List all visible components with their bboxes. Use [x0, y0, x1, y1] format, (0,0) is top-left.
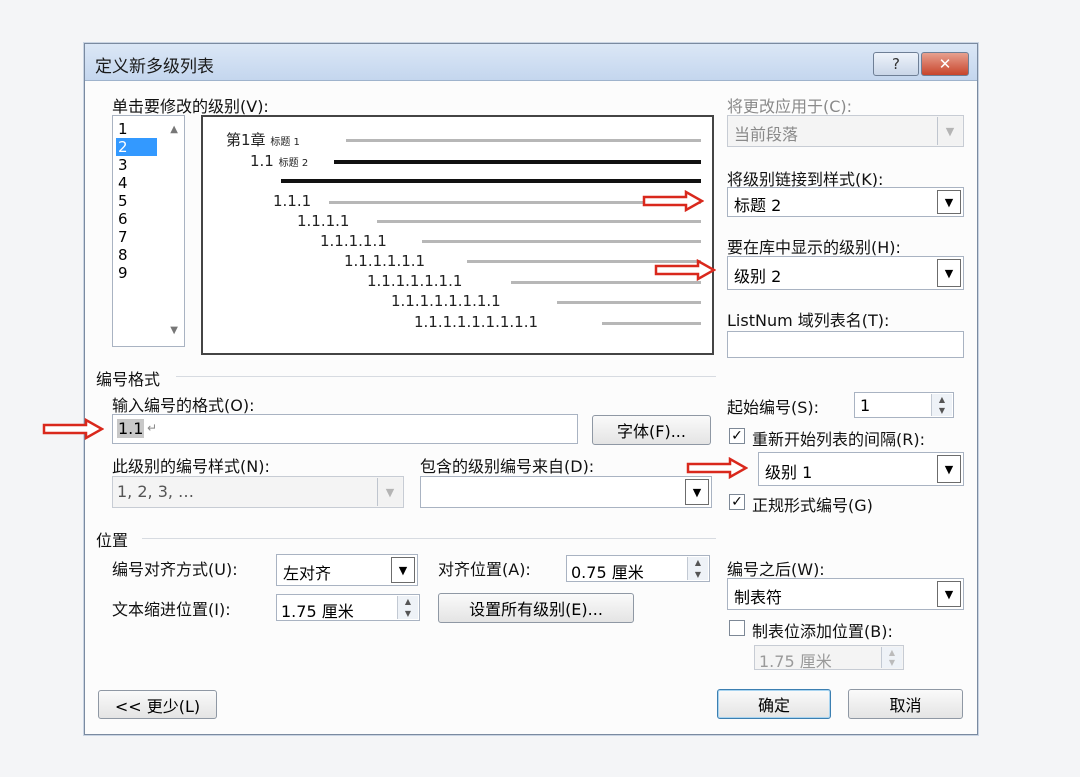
restart-checkbox[interactable]: ✓	[729, 428, 745, 444]
less-button[interactable]: << 更少(L)	[98, 690, 217, 719]
preview-row-5: 1.1.1.1.1	[320, 232, 387, 250]
level-item-3[interactable]: 3	[116, 156, 157, 174]
link-style-select[interactable]: 标题 2 ▼	[727, 187, 964, 217]
spinner-arrows-icon[interactable]: ▲ ▼	[397, 596, 418, 619]
preview-line-2b	[281, 179, 701, 183]
list-preview: 第1章 标题 1 1.1 标题 2 1.1.1 1.1.1.1 1.1.1.1.…	[201, 115, 714, 355]
preview-row-9: 1.1.1.1.1.1.1.1.1	[414, 313, 539, 331]
red-arrow-icon	[686, 457, 748, 479]
red-arrow-icon	[42, 418, 104, 440]
follow-number-select[interactable]: 制表符 ▼	[727, 578, 964, 610]
gallery-level-select[interactable]: 级别 2 ▼	[727, 256, 964, 290]
preview-row-7: 1.1.1.1.1.1.1	[367, 272, 463, 290]
align-at-spinner[interactable]: 0.75 厘米 ▲ ▼	[566, 555, 710, 582]
tab-stop-checkbox[interactable]	[729, 620, 745, 636]
gallery-level-label: 要在库中显示的级别(H):	[727, 238, 901, 257]
listnum-input[interactable]	[727, 331, 964, 358]
red-arrow-icon	[642, 190, 704, 212]
preview-line-7	[511, 281, 701, 284]
preview-line-5	[422, 240, 701, 243]
level-item-6[interactable]: 6	[116, 210, 157, 228]
number-format-heading: 编号格式	[96, 370, 161, 389]
help-button[interactable]: ?	[873, 52, 919, 76]
chevron-down-icon: ▼	[937, 117, 962, 145]
level-item-2[interactable]: 2	[116, 138, 157, 156]
apply-to-select: 当前段落 ▼	[727, 115, 964, 147]
spinner-arrows-icon[interactable]: ▲ ▼	[931, 394, 952, 416]
chevron-down-icon[interactable]: ▼	[937, 259, 961, 287]
preview-row-4: 1.1.1.1	[297, 212, 350, 230]
preview-line-8	[557, 301, 701, 304]
include-level-label: 包含的级别编号来自(D):	[420, 457, 595, 476]
preview-row-3: 1.1.1	[273, 192, 312, 210]
include-level-select[interactable]: ▼	[420, 476, 712, 508]
indent-spinner[interactable]: 1.75 厘米 ▲ ▼	[276, 594, 420, 621]
level-item-8[interactable]: 8	[116, 246, 157, 264]
align-select[interactable]: 左对齐 ▼	[276, 554, 418, 586]
restart-level-select[interactable]: 级别 1 ▼	[758, 452, 964, 486]
format-label: 输入编号的格式(O):	[112, 396, 255, 415]
chevron-down-icon[interactable]: ▼	[391, 557, 415, 583]
chevron-down-icon[interactable]: ▼	[937, 455, 961, 483]
scroll-up-icon[interactable]: ▲	[170, 124, 178, 135]
position-heading: 位置	[96, 531, 129, 550]
chevron-down-icon[interactable]: ▼	[685, 479, 709, 505]
font-button[interactable]: 字体(F)...	[592, 415, 711, 445]
level-item-9[interactable]: 9	[116, 264, 157, 282]
legal-style-label: 正规形式编号(G)	[752, 496, 873, 515]
level-item-5[interactable]: 5	[116, 192, 157, 210]
dialog-title: 定义新多级列表	[95, 57, 214, 77]
close-button[interactable]: ✕	[921, 52, 969, 76]
apply-to-label: 将更改应用于(C):	[727, 97, 853, 116]
listnum-label: ListNum 域列表名(T):	[727, 311, 890, 330]
start-at-spinner[interactable]: 1 ▲ ▼	[854, 392, 954, 418]
level-list-label: 单击要修改的级别(V):	[112, 97, 269, 116]
cancel-button[interactable]: 取消	[848, 689, 963, 719]
section-divider	[176, 376, 716, 377]
set-all-levels-button[interactable]: 设置所有级别(E)...	[438, 593, 634, 623]
ok-button[interactable]: 确定	[717, 689, 831, 719]
align-at-label: 对齐位置(A):	[438, 560, 531, 579]
chevron-down-icon: ▼	[377, 478, 402, 506]
chevron-down-icon[interactable]: ▼	[937, 581, 961, 607]
start-at-label: 起始编号(S):	[727, 398, 820, 417]
preview-row-8: 1.1.1.1.1.1.1.1	[391, 292, 501, 310]
tab-stop-spinner: 1.75 厘米 ▲ ▼	[754, 645, 904, 671]
scroll-down-icon[interactable]: ▼	[170, 325, 178, 336]
level-item-1[interactable]: 1	[116, 120, 157, 138]
red-arrow-icon	[654, 259, 716, 281]
format-input[interactable]: 1.1 ↵	[112, 414, 578, 444]
indent-label: 文本缩进位置(I):	[112, 600, 231, 619]
title-bar	[85, 44, 977, 81]
preview-line-2	[334, 160, 701, 164]
level-listbox[interactable]: 1 2 3 4 5 6 7 8 9 ▲ ▼	[112, 115, 185, 347]
level-item-4[interactable]: 4	[116, 174, 157, 192]
spinner-arrows-icon[interactable]: ▲ ▼	[687, 557, 708, 580]
spinner-arrows-icon: ▲ ▼	[881, 647, 902, 668]
number-style-label: 此级别的编号样式(N):	[112, 457, 270, 476]
preview-row-2: 1.1 标题 2	[250, 152, 309, 170]
paragraph-mark-icon: ↵	[147, 421, 158, 435]
number-style-select: 1, 2, 3, … ▼	[112, 476, 404, 508]
restart-label: 重新开始列表的间隔(R):	[752, 430, 925, 449]
preview-row-1: 第1章 标题 1	[226, 131, 300, 149]
chevron-down-icon[interactable]: ▼	[937, 190, 961, 214]
preview-line-4	[377, 220, 701, 223]
level-item-7[interactable]: 7	[116, 228, 157, 246]
align-label: 编号对齐方式(U):	[112, 560, 238, 579]
follow-number-label: 编号之后(W):	[727, 560, 825, 579]
preview-line-1	[346, 139, 701, 142]
preview-row-6: 1.1.1.1.1.1	[344, 252, 426, 270]
section-divider	[142, 538, 716, 539]
preview-line-9	[602, 322, 701, 325]
legal-style-checkbox[interactable]: ✓	[729, 494, 745, 510]
tab-stop-label: 制表位添加位置(B):	[752, 622, 893, 641]
